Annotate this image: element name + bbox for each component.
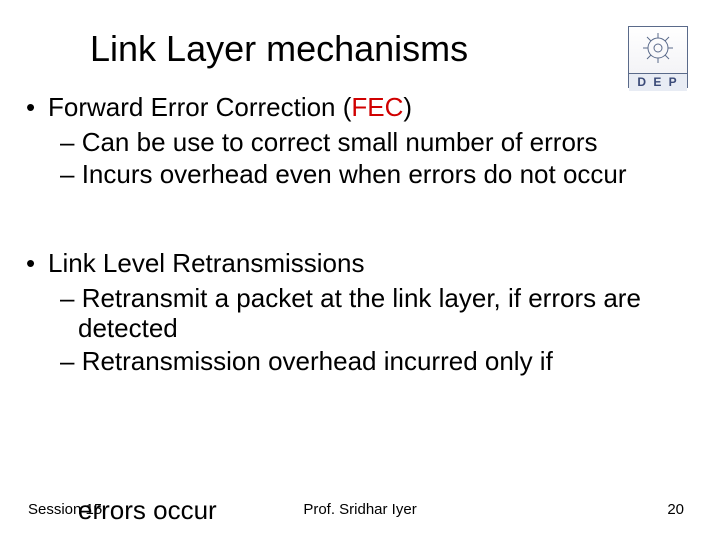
- bullet-text: Forward Error Correction: [48, 92, 343, 122]
- logo-text: D E P: [629, 73, 687, 91]
- slide-title: Link Layer mechanisms: [90, 28, 468, 70]
- bullet-retransmissions: •Link Level Retransmissions: [26, 248, 694, 279]
- dep-logo: D E P: [628, 26, 688, 88]
- fec-acronym: FEC: [351, 92, 403, 122]
- sub-bullet: – Retransmission overhead incurred only …: [26, 346, 694, 377]
- slide-body: •Forward Error Correction (FEC) – Can be…: [26, 92, 694, 379]
- sub-bullet: – Retransmit a packet at the link layer,…: [26, 283, 694, 344]
- bullet-text: Link Level Retransmissions: [48, 248, 364, 278]
- footer-page-number: 20: [667, 501, 684, 518]
- sub-bullet: – Can be use to correct small number of …: [26, 127, 694, 158]
- sub-bullet-overflow: errors occur: [78, 495, 217, 526]
- sub-bullet: – Incurs overhead even when errors do no…: [26, 159, 694, 190]
- bullet-fec: •Forward Error Correction (FEC): [26, 92, 694, 123]
- slide: Link Layer mechanisms D E P: [0, 0, 720, 540]
- gear-icon: [629, 30, 687, 71]
